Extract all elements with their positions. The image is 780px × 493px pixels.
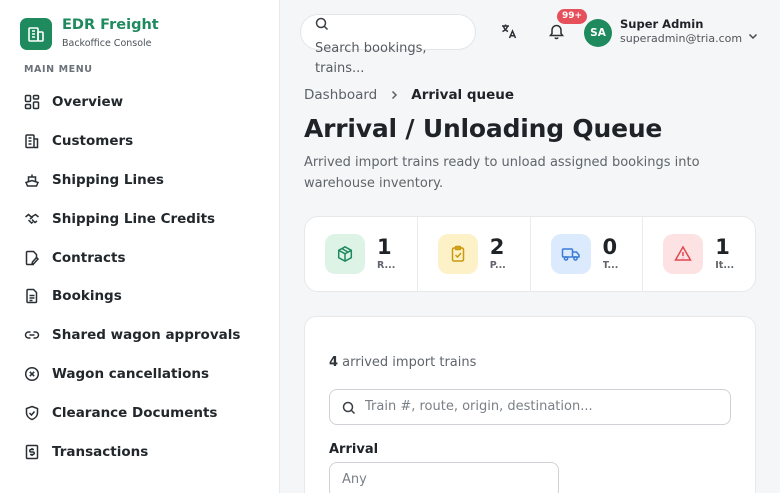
stat-card[interactable]: 2 P... <box>418 217 531 291</box>
filter-placeholder: Train #, route, origin, destination... <box>365 399 593 414</box>
top-bar: Search bookings, trains... 99+ SA Super … <box>280 0 780 76</box>
document-icon <box>24 288 40 304</box>
brand[interactable]: EDR Freight Backoffice Console <box>20 16 159 51</box>
sidebar: EDR Freight Backoffice Console MAIN MENU… <box>0 0 280 493</box>
sidebar-item-label: Shared wagon approvals <box>52 327 241 344</box>
dollar-receipt-icon <box>24 444 40 460</box>
stat-value: 2 <box>489 235 505 259</box>
sidebar-item-bookings[interactable]: Bookings <box>24 277 264 316</box>
sidebar-item-wagon-cancellations[interactable]: Wagon cancellations <box>24 355 264 394</box>
stats-bar: 1 R... 2 P... 0 T... 1 It... <box>304 216 756 292</box>
search-icon <box>342 400 356 419</box>
warning-icon <box>663 234 704 274</box>
arrival-filter-label: Arrival <box>329 442 379 457</box>
page-description: Arrived import trains ready to unload as… <box>304 155 700 191</box>
contract-icon <box>24 250 40 266</box>
notification-badge: 99+ <box>557 9 588 24</box>
link-icon <box>24 327 40 343</box>
user-name[interactable]: Super Admin <box>620 17 703 31</box>
stat-value: 0 <box>602 235 618 259</box>
sidebar-item-customers[interactable]: Customers <box>24 122 264 161</box>
sidebar-item-transactions[interactable]: Transactions <box>24 432 264 471</box>
sidebar-item-overview[interactable]: Overview <box>24 83 264 122</box>
brand-name: EDR Freight <box>62 17 159 33</box>
stat-value: 1 <box>377 235 392 259</box>
shield-check-icon <box>24 405 40 421</box>
chevron-down-icon[interactable] <box>747 27 759 46</box>
clipboard-check-icon <box>437 234 478 274</box>
train-count: 4 arrived import trains <box>329 355 476 370</box>
sidebar-item-label: Shipping Lines <box>52 171 164 188</box>
arrival-filter-select[interactable]: Any <box>329 462 559 493</box>
box-icon <box>325 234 365 274</box>
handshake-icon <box>24 211 40 227</box>
bell-icon <box>548 23 565 44</box>
arrival-queue-panel: 4 arrived import trains Train #, route, … <box>304 316 756 493</box>
stat-card[interactable]: 1 R... <box>305 217 418 291</box>
breadcrumb-dashboard-link[interactable]: Dashboard <box>304 87 377 103</box>
translate-icon <box>500 22 518 44</box>
sidebar-item-contracts[interactable]: Contracts <box>24 238 264 277</box>
stat-label: R... <box>377 260 396 271</box>
translate-button[interactable] <box>498 22 520 44</box>
sidebar-item-label: Customers <box>52 133 134 150</box>
sidebar-item-label: Clearance Documents <box>52 404 218 421</box>
sidebar-nav: Overview Customers Shipping Lines Shippi… <box>24 83 264 471</box>
sidebar-item-label: Bookings <box>52 288 122 305</box>
sidebar-item-shipping-lines[interactable]: Shipping Lines <box>24 161 264 200</box>
building-icon <box>24 133 40 149</box>
user-email: superadmin@tria.com <box>620 32 743 45</box>
sidebar-item-label: Shipping Line Credits <box>52 210 216 227</box>
notifications-button[interactable] <box>545 22 567 44</box>
train-count-value: 4 <box>329 355 339 370</box>
sidebar-item-clearance-documents[interactable]: Clearance Documents <box>24 393 264 432</box>
stat-label: T... <box>602 260 619 271</box>
stat-card[interactable]: 1 It... <box>643 217 755 291</box>
ship-icon <box>24 172 40 188</box>
stat-card[interactable]: 0 T... <box>531 217 644 291</box>
arrival-filter-value: Any <box>342 472 367 487</box>
stat-value: 1 <box>715 235 730 259</box>
grid-icon <box>24 94 40 110</box>
chevron-right-icon <box>389 90 399 100</box>
sidebar-item-label: Overview <box>52 94 124 111</box>
stat-label: P... <box>489 260 506 271</box>
sidebar-item-shipping-line-credits[interactable]: Shipping Line Credits <box>24 199 264 238</box>
breadcrumb-current: Arrival queue <box>411 87 515 103</box>
sidebar-item-shared-wagon-approvals[interactable]: Shared wagon approvals <box>24 316 264 355</box>
cancel-circle-icon <box>24 366 40 382</box>
stat-label: It... <box>715 260 735 271</box>
search-placeholder: Search bookings, trains... <box>315 41 427 76</box>
menu-caption: MAIN MENU <box>24 64 93 75</box>
search-input[interactable]: Search bookings, trains... <box>300 14 476 76</box>
sidebar-item-label: Contracts <box>52 249 126 266</box>
brand-logo-icon <box>20 17 52 50</box>
sidebar-item-label: Wagon cancellations <box>52 365 210 382</box>
page-title: Arrival / Unloading Queue <box>304 114 663 143</box>
breadcrumb: Dashboard Arrival queue <box>304 87 514 103</box>
brand-subtitle: Backoffice Console <box>62 38 152 49</box>
sidebar-item-label: Transactions <box>52 443 149 460</box>
avatar[interactable]: SA <box>584 19 612 47</box>
train-filter-input[interactable]: Train #, route, origin, destination... <box>329 389 731 425</box>
truck-icon <box>550 234 591 274</box>
train-count-label: arrived import trains <box>338 355 477 370</box>
search-icon <box>315 16 329 35</box>
